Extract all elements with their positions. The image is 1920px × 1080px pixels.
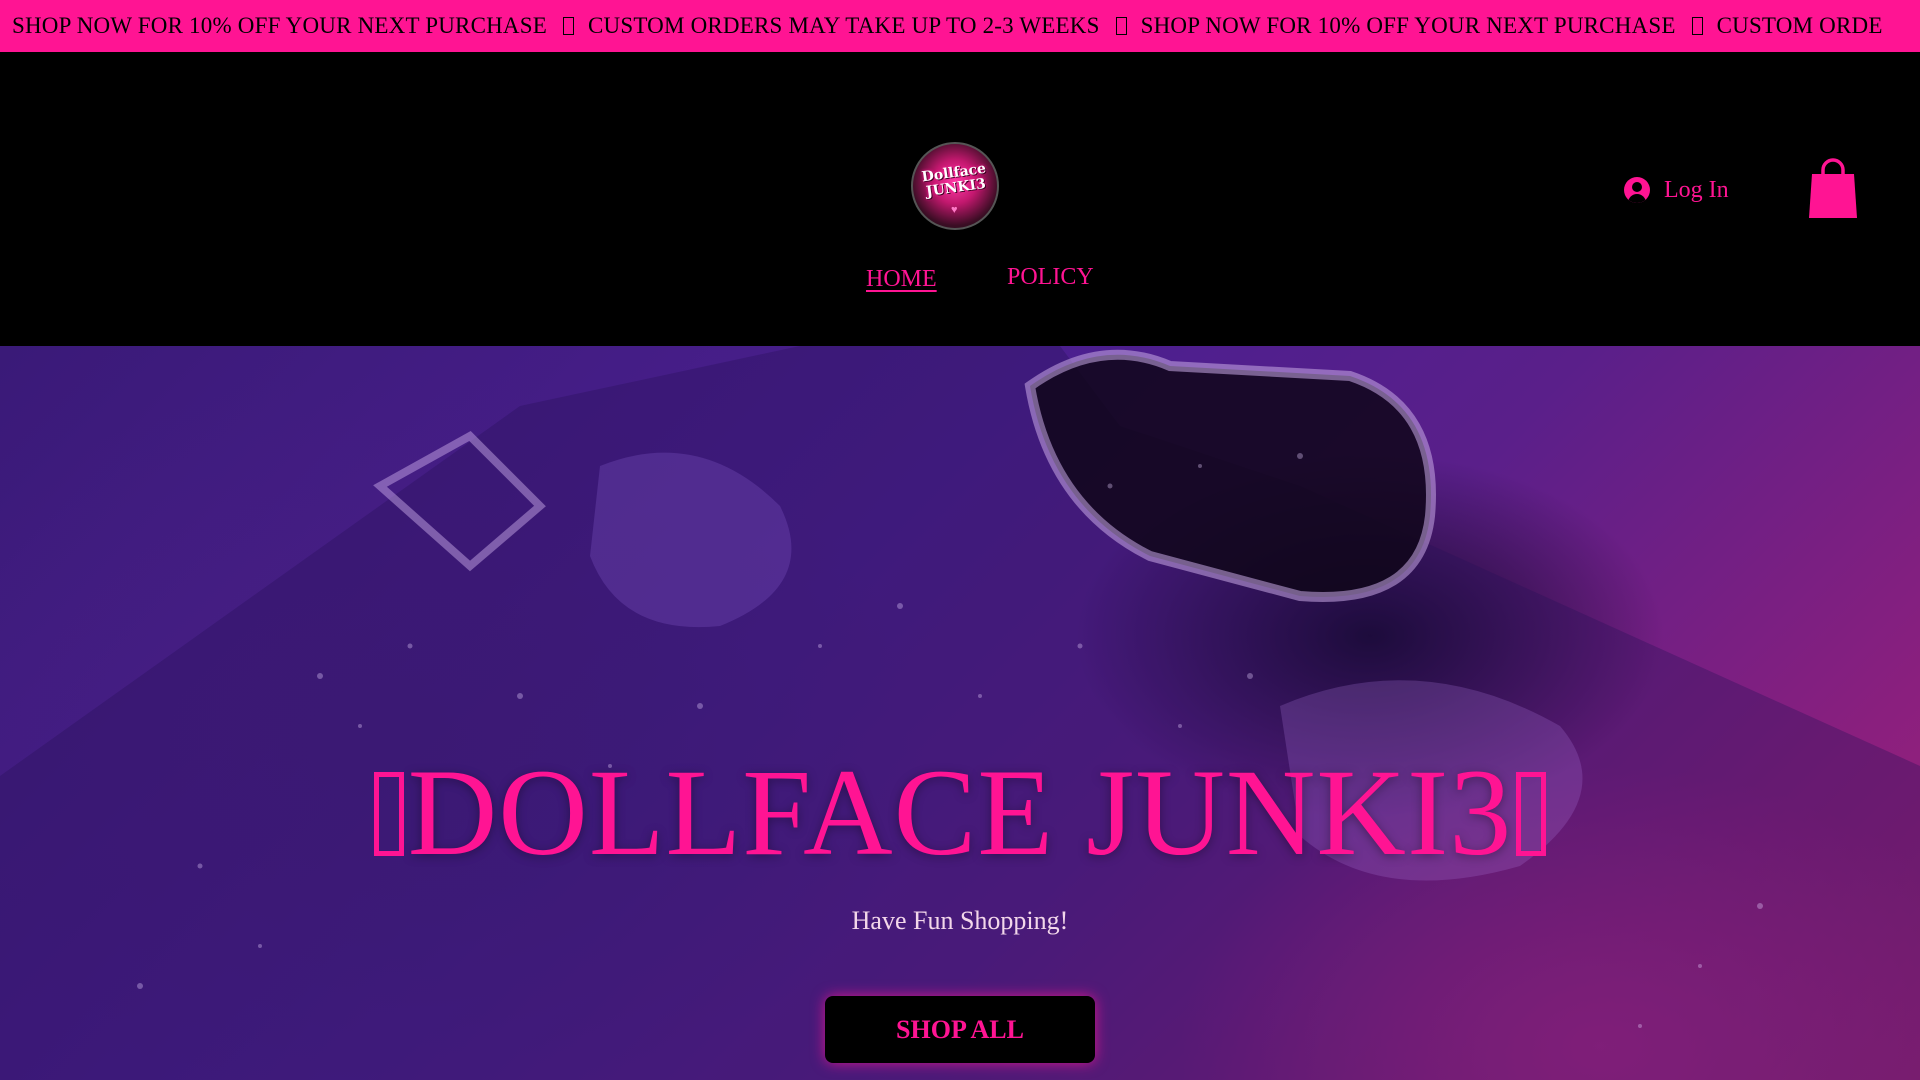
announcement-item: CUSTOM ORDERS MAY TAKE UP TO 2-3 WEEKS [587,13,1100,38]
login-label: Log In [1664,176,1729,203]
hero-background-image [0,346,1920,1080]
logo-wordmark: Dollface JUNKI3 [920,160,987,201]
separator-glyph-icon [562,17,574,35]
hero-title: DOLLFACE JUNKI3 [0,748,1920,878]
main-nav: HOME POLICY [0,264,1920,304]
shopping-bag-icon[interactable] [1808,156,1858,220]
shop-all-button[interactable]: SHOP ALL [825,996,1095,1063]
glyph-box-icon [373,772,404,856]
hero-section: DOLLFACE JUNKI3 Have Fun Shopping! SHOP … [0,346,1920,1080]
site-logo[interactable]: Dollface JUNKI3 ♥ [911,142,999,230]
nav-item-home[interactable]: HOME [866,266,937,293]
nav-item-policy[interactable]: POLICY [1007,264,1094,291]
user-avatar-icon [1624,177,1650,203]
hero-title-text: DOLLFACE JUNKI3 [407,744,1513,881]
separator-glyph-icon [1115,17,1127,35]
site-header: Dollface JUNKI3 ♥ Log In HOME POLICY [0,52,1920,346]
announcement-bar: SHOP NOW FOR 10% OFF YOUR NEXT PURCHASE … [0,0,1920,52]
hero-subtitle: Have Fun Shopping! [851,906,1069,935]
heart-icon: ♥ [951,204,958,216]
announcement-item: CUSTOM ORDE [1716,13,1883,38]
login-button[interactable]: Log In [1624,170,1729,210]
announcement-track: SHOP NOW FOR 10% OFF YOUR NEXT PURCHASE … [12,0,1883,52]
announcement-item: SHOP NOW FOR 10% OFF YOUR NEXT PURCHASE [1140,13,1676,38]
announcement-item: SHOP NOW FOR 10% OFF YOUR NEXT PURCHASE [12,13,547,38]
separator-glyph-icon [1691,17,1703,35]
glyph-box-icon [1516,772,1547,856]
